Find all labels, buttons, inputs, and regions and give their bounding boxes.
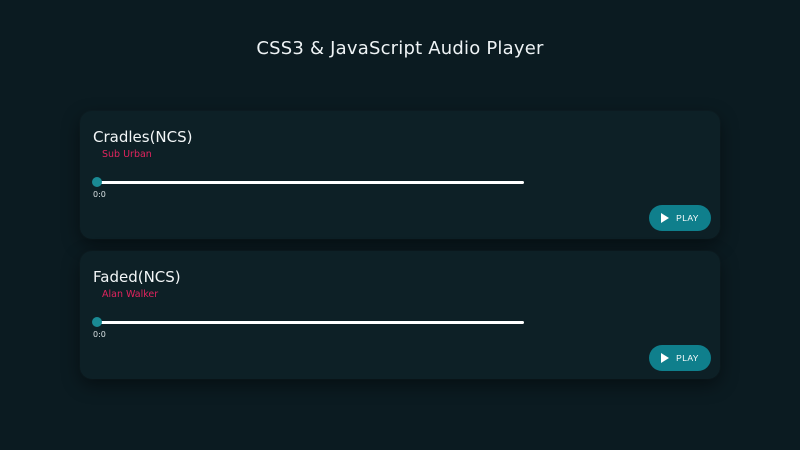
progress-track[interactable]	[97, 180, 524, 184]
play-button[interactable]: PLAY	[649, 345, 711, 371]
progress-thumb[interactable]	[92, 317, 102, 327]
track-title: Faded(NCS)	[93, 268, 181, 286]
progress-track[interactable]	[97, 320, 524, 324]
current-time: 0:0	[93, 190, 106, 199]
play-icon	[661, 213, 670, 223]
play-button-label: PLAY	[676, 353, 699, 363]
current-time: 0:0	[93, 330, 106, 339]
play-icon	[661, 353, 670, 363]
play-button[interactable]: PLAY	[649, 205, 711, 231]
audio-player-card: Faded(NCS) Alan Walker 0:0 PLAY	[80, 251, 720, 379]
progress-slider[interactable]	[92, 177, 524, 187]
audio-player-card: Cradles(NCS) Sub Urban 0:0 PLAY	[80, 111, 720, 239]
progress-thumb[interactable]	[92, 177, 102, 187]
track-artist: Sub Urban	[102, 149, 152, 160]
track-artist: Alan Walker	[102, 289, 159, 300]
track-title: Cradles(NCS)	[93, 128, 193, 146]
page-title: CSS3 & JavaScript Audio Player	[256, 38, 544, 59]
play-button-label: PLAY	[676, 213, 699, 223]
progress-slider[interactable]	[92, 317, 524, 327]
